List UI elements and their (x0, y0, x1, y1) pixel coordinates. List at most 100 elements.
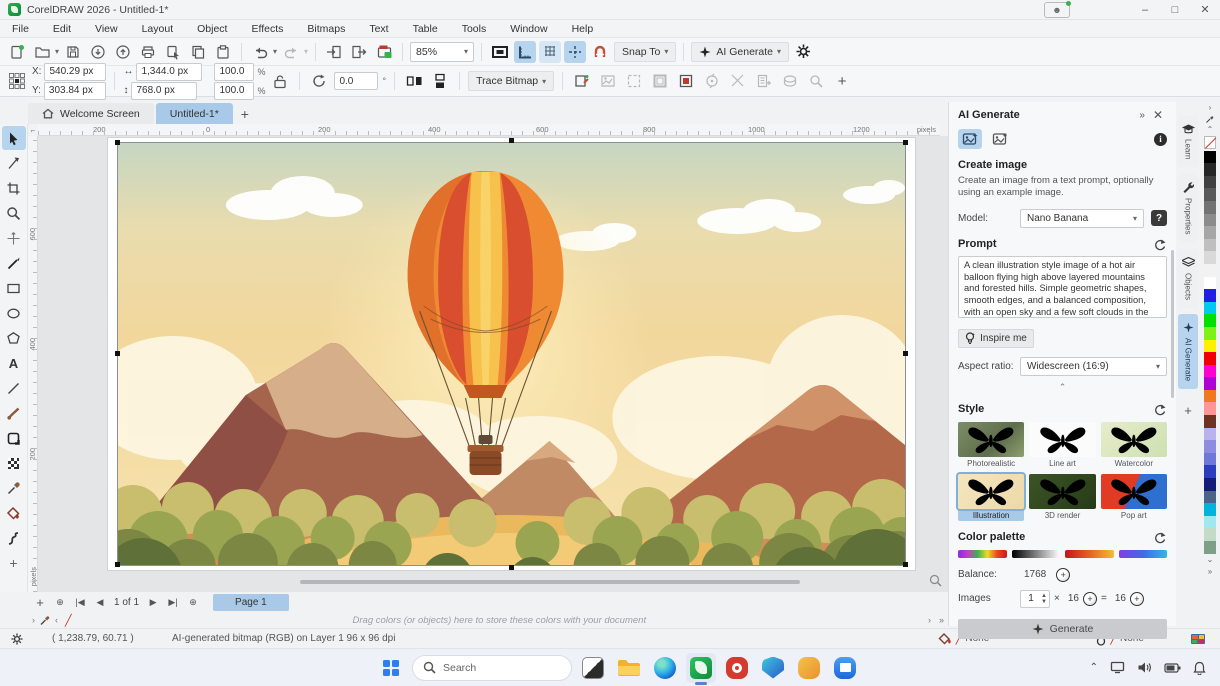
no-color-swatch[interactable]: ╱ (65, 614, 72, 627)
palette-eyedropper-icon[interactable] (39, 614, 51, 626)
account-icon[interactable]: ☻ (1044, 2, 1070, 18)
paste-icon[interactable] (212, 41, 234, 63)
add-page-after-icon[interactable]: ⊕ (185, 594, 201, 610)
zoom-level-combo[interactable]: 85%▾ (410, 42, 474, 62)
rotation-angle-field[interactable] (334, 72, 378, 90)
inspire-me-button[interactable]: Inspire me (958, 329, 1034, 348)
print-icon[interactable] (137, 41, 159, 63)
task-view-icon[interactable] (578, 653, 608, 683)
orange-app-icon[interactable] (794, 653, 824, 683)
color-swatch[interactable] (1204, 188, 1216, 201)
collapse-chevron-icon[interactable]: ⌃ (958, 382, 1167, 393)
palette-eyedropper-icon[interactable] (1205, 114, 1215, 124)
coreldraw-taskbar-icon[interactable] (686, 653, 716, 683)
rectangle-tool[interactable] (2, 276, 26, 300)
options-gear-icon[interactable] (792, 41, 814, 63)
copy-icon[interactable] (187, 41, 209, 63)
selection-handle[interactable] (903, 140, 908, 145)
color-swatch[interactable] (1204, 151, 1216, 164)
style-reset-icon[interactable] (1152, 403, 1167, 416)
crop-tool[interactable] (2, 176, 26, 200)
color-swatch[interactable] (1204, 503, 1216, 516)
color-swatch[interactable] (1204, 377, 1216, 390)
color-swatch[interactable] (1204, 251, 1216, 264)
bitmap-effects-icon[interactable] (779, 70, 801, 92)
docker-tab-ai-generate[interactable]: AI Generate (1178, 314, 1198, 389)
text-tool[interactable]: A (2, 351, 26, 375)
color-swatch[interactable] (1204, 415, 1216, 428)
palette-chevron-icon[interactable]: › (28, 615, 39, 625)
style-watercolor[interactable]: Watercolor (1101, 422, 1167, 469)
rotate-bitmap-icon[interactable] (701, 70, 723, 92)
add-docker-button[interactable]: + (1184, 403, 1192, 418)
docker-tab-objects[interactable]: Objects (1178, 249, 1198, 308)
edit-bitmap-icon[interactable] (571, 70, 593, 92)
menu-object[interactable]: Object (185, 20, 239, 37)
show-rulers-toggle[interactable] (514, 41, 536, 63)
bitmap-border-icon[interactable] (649, 70, 671, 92)
object-position-grid-icon[interactable] (6, 70, 28, 92)
resample-bitmap-icon[interactable] (675, 70, 697, 92)
network-icon[interactable] (1110, 661, 1125, 674)
minimize-button[interactable]: – (1130, 0, 1160, 19)
palette-expand-icon[interactable]: » (935, 615, 948, 625)
bitmap-options-icon[interactable] (753, 70, 775, 92)
panel-close-icon[interactable]: ✕ (1149, 108, 1167, 122)
menu-file[interactable]: File (0, 20, 41, 37)
menu-view[interactable]: View (83, 20, 130, 37)
color-swatch[interactable] (1204, 528, 1216, 541)
y-position-field[interactable] (44, 82, 106, 100)
selection-handle[interactable] (509, 138, 514, 143)
add-page-button[interactable]: + (32, 594, 48, 610)
artistic-media-tool[interactable] (2, 401, 26, 425)
export-icon[interactable] (348, 41, 370, 63)
menu-text[interactable]: Text (357, 20, 400, 37)
status-gear-icon[interactable] (10, 632, 24, 646)
tab-welcome-screen[interactable]: Welcome Screen (28, 103, 154, 124)
color-swatch[interactable] (1204, 163, 1216, 176)
start-button[interactable] (378, 655, 404, 681)
mirror-horizontal-icon[interactable] (403, 70, 425, 92)
panel-scrollbar[interactable] (1171, 250, 1174, 398)
pick-tool[interactable] (2, 126, 26, 150)
drawing-canvas[interactable] (38, 136, 948, 592)
new-document-icon[interactable] (6, 41, 28, 63)
shape-tool[interactable] (2, 151, 26, 175)
save-icon[interactable] (62, 41, 84, 63)
volume-icon[interactable] (1137, 661, 1152, 674)
red-circle-app-icon[interactable] (722, 653, 752, 683)
upload-icon[interactable] (112, 41, 134, 63)
palette-scroll-down-icon[interactable]: ⌄ (1207, 554, 1214, 566)
snap-to-combo[interactable]: Snap To▾ (614, 42, 676, 62)
ai-generate-toolbar-button[interactable]: AI Generate▾ (691, 42, 789, 62)
battery-icon[interactable] (1164, 662, 1181, 674)
panel-expand-icon[interactable]: » (1135, 110, 1149, 121)
palette-collapse-icon[interactable]: ⌃ (1207, 124, 1214, 136)
open-icon[interactable] (31, 41, 53, 63)
page-1-tab[interactable]: Page 1 (213, 594, 289, 611)
redo-icon[interactable] (280, 41, 302, 63)
snap-magnet-icon[interactable] (589, 41, 611, 63)
menu-bitmaps[interactable]: Bitmaps (295, 20, 357, 37)
total-credits-icon[interactable]: + (1130, 592, 1144, 606)
ruler-origin-icon[interactable]: ⌐ (28, 124, 38, 136)
horizontal-ruler[interactable]: 200 0 200 400 600 800 1000 1200 pixels (38, 124, 940, 136)
prompt-textarea[interactable]: A clean illustration style image of a ho… (958, 256, 1167, 318)
menu-help[interactable]: Help (560, 20, 606, 37)
info-icon[interactable]: i (1154, 133, 1167, 146)
stepper-down-icon[interactable]: ▼ (1041, 599, 1047, 605)
color-swatch[interactable] (1204, 402, 1216, 415)
prompt-reset-icon[interactable] (1152, 238, 1167, 251)
document-palette-icon[interactable] (1190, 632, 1206, 646)
ai-generated-bitmap[interactable] (118, 143, 905, 565)
open-caret-icon[interactable]: ▾ (55, 47, 59, 56)
object-height-field[interactable] (131, 82, 197, 100)
model-select[interactable]: Nano Banana▾ (1020, 209, 1144, 228)
frame-tool[interactable] (2, 426, 26, 450)
zoom-tool[interactable] (2, 201, 26, 225)
style-3d-render[interactable]: 3D render (1029, 474, 1095, 521)
menu-layout[interactable]: Layout (130, 20, 186, 37)
help-button[interactable]: ? (1151, 210, 1167, 226)
pattern-fill-tool[interactable] (2, 451, 26, 475)
color-swatch[interactable] (1204, 428, 1216, 441)
